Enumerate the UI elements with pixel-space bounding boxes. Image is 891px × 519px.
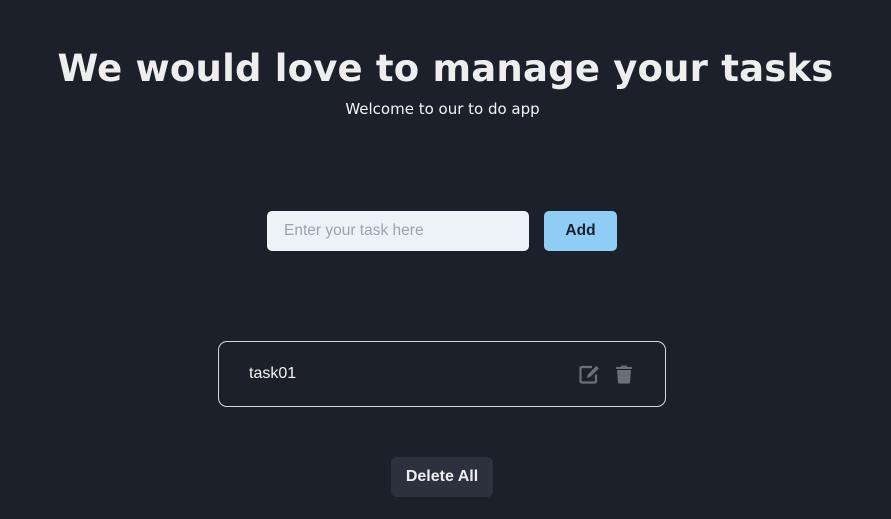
- page-subtitle: Welcome to our to do app: [345, 100, 540, 118]
- task-item: task01: [218, 341, 666, 407]
- todo-app: We would love to manage your tasks Welco…: [0, 0, 891, 519]
- page-title: We would love to manage your tasks: [57, 47, 834, 90]
- trash-icon[interactable]: [613, 363, 635, 385]
- delete-all-button[interactable]: Delete All: [391, 457, 493, 497]
- edit-icon[interactable]: [578, 363, 600, 385]
- task-input[interactable]: [267, 211, 529, 251]
- add-button[interactable]: Add: [544, 211, 617, 251]
- task-text: task01: [249, 365, 297, 382]
